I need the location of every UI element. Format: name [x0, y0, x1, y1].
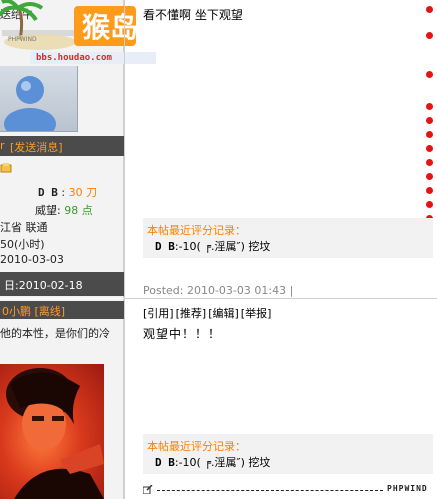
rating-entry: D B:-10( ╒.淫属″) 挖坟 [155, 238, 270, 254]
db-stat: D B : 30 刀 [38, 186, 98, 199]
prestige-value: 98 点 [64, 204, 93, 217]
footer-divider [157, 490, 383, 491]
logo-url: bbs.houdao.com [36, 53, 112, 63]
db-value: 30 刀 [68, 186, 98, 199]
db-label: D B [38, 186, 58, 199]
quote-link[interactable]: [引用] [143, 307, 174, 320]
post2-footer: PHPWIND [143, 484, 433, 496]
post1-rating-box: 本帖最近评分记录： D B:-10( ╒.淫属″) 挖坟 [143, 218, 433, 258]
prestige-stat: 威望: 98 点 [35, 202, 93, 218]
author-name-fragment: r [0, 139, 5, 152]
last-login-date: 2010-03-03 [0, 253, 64, 266]
recommend-link[interactable]: [推荐] [176, 307, 207, 320]
post2-author-name[interactable]: 0小鹏 [离线] [2, 303, 65, 319]
post2-author-sidebar: 0小鹏 [离线] 他的本性，是你们的冷 [0, 299, 124, 499]
rating-title: 本帖最近评分记录： [147, 440, 246, 453]
rating-value: :-10( ╒.淫属″) 挖坟 [174, 456, 271, 469]
rank-icon [0, 162, 14, 174]
register-date-bar: 日:2010-02-18 [0, 272, 124, 296]
dot-marker [426, 32, 433, 39]
rating-value: :-10( ╒.淫属″) 挖坟 [174, 240, 271, 253]
edit-link[interactable]: [编辑] [208, 307, 239, 320]
prestige-label: 威望: [35, 204, 61, 217]
avatar[interactable] [0, 66, 78, 132]
default-avatar-icon [4, 76, 56, 131]
dot-marker [426, 173, 433, 180]
rating-label: D B [155, 456, 175, 469]
rating-label: D B [155, 240, 175, 253]
report-link[interactable]: [举报] [241, 307, 272, 320]
dot-marker [426, 145, 433, 152]
dot-marker [426, 131, 433, 138]
post2-author-bar: 0小鹏 [离线] [0, 301, 124, 319]
dot-marker [426, 201, 433, 208]
online-time-text: 50(小时) [0, 238, 45, 251]
avatar[interactable] [0, 364, 104, 499]
dot-marker [426, 187, 433, 194]
author-action-bar: r [发送消息] [0, 136, 124, 156]
dot-marker [426, 159, 433, 166]
dot-marker [426, 117, 433, 124]
footer-brand: PHPWIND [387, 484, 428, 493]
register-date-text: 日:2010-02-18 [4, 279, 83, 292]
signature-dots [426, 0, 436, 230]
post1-timestamp: Posted: 2010-03-03 01:43 | [143, 284, 294, 297]
logo-watermark: PHPWIND [8, 36, 37, 43]
dot-marker [426, 6, 433, 13]
rating-title: 本帖最近评分记录： [147, 224, 246, 237]
post2-author-signature: 他的本性，是你们的冷 [0, 327, 110, 340]
forum-logo[interactable]: 猴岛 PHPWIND bbs.houdao.com [0, 0, 160, 66]
post2-action-links: [引用] [推荐] [编辑] [举报] [143, 305, 273, 321]
edit-pencil-icon[interactable] [143, 485, 153, 494]
dot-marker [426, 103, 433, 110]
location-text: 江省 联通 [0, 221, 48, 234]
send-message-link[interactable]: [发送消息] [10, 139, 63, 155]
post2-body: 观望中！！！ [143, 327, 222, 341]
avatar-photo-icon [6, 368, 104, 499]
dot-marker [426, 71, 433, 78]
rating-entry: D B:-10( ╒.淫属″) 挖坟 [155, 454, 270, 470]
post1-body: 看不懂啊 坐下观望 [143, 8, 243, 22]
post-divider [124, 298, 437, 299]
post2-rating-box: 本帖最近评分记录： D B:-10( ╒.淫属″) 挖坟 [143, 434, 433, 474]
column-divider [124, 0, 125, 499]
logo-forum-name: 猴岛 [82, 11, 139, 44]
